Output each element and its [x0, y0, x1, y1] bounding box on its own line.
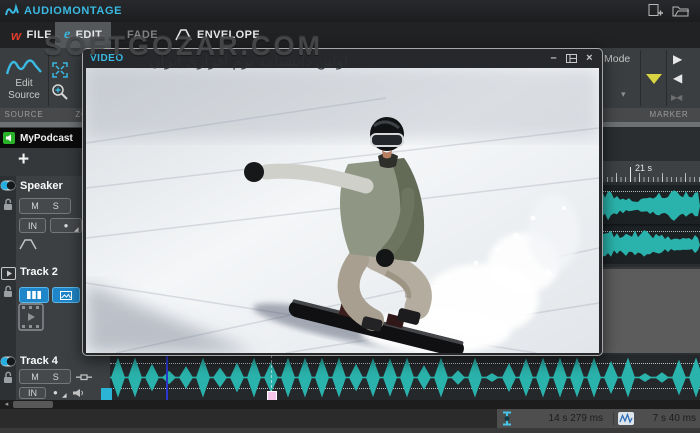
- selection-length-time[interactable]: 7 s 40 ms: [634, 413, 696, 424]
- picture-icon: [60, 291, 72, 300]
- zoom-fit-icon[interactable]: [52, 62, 68, 78]
- link-group-icon[interactable]: [76, 372, 92, 382]
- group-divider: [640, 50, 641, 106]
- insert-marker-icon[interactable]: [646, 74, 662, 84]
- input-monitor-button[interactable]: IN: [19, 387, 46, 399]
- montage-speaker-icon: [3, 132, 15, 144]
- edit-cursor-time[interactable]: 14 s 279 ms: [513, 413, 609, 424]
- ribbon-tab-bar: w FILE e EDIT FADE ENVELOPE: [0, 22, 700, 49]
- montage-tab-label: MyPodcast: [20, 133, 73, 144]
- track-name[interactable]: Track 2: [20, 266, 58, 278]
- open-folder-icon[interactable]: [672, 3, 690, 18]
- time-readouts: 14 s 279 ms 7 s 40 ms: [497, 409, 700, 428]
- record-arm-button[interactable]: ●: [53, 388, 58, 397]
- snowboarder-video-still: [86, 68, 599, 353]
- tab-edit-label: EDIT: [76, 29, 103, 41]
- mute-button[interactable]: M: [31, 372, 39, 382]
- marker-group-label: MARKER: [640, 108, 698, 122]
- video-window-controls: – ×: [550, 50, 593, 66]
- status-bar: 14 s 279 ms 7 s 40 ms: [0, 409, 700, 428]
- mute-solo-group: M S: [19, 369, 71, 384]
- record-expand-icon[interactable]: ◢: [62, 392, 67, 399]
- wavelab-w-icon: w: [11, 28, 22, 43]
- mute-solo-group: M S: [19, 198, 71, 214]
- tab-envelope-label: ENVELOPE: [197, 29, 260, 41]
- scroll-left-arrow[interactable]: ◂: [1, 400, 12, 409]
- edit-cursor-icon: [501, 411, 513, 426]
- edit-source-button[interactable]: Edit Source: [0, 78, 48, 102]
- tab-fade-label: FADE: [127, 29, 158, 41]
- mute-button[interactable]: M: [31, 201, 39, 211]
- mode-caret-icon[interactable]: ▾: [621, 89, 626, 100]
- track-name[interactable]: Speaker: [20, 180, 63, 192]
- film-frames-icon: [27, 291, 41, 299]
- solo-button[interactable]: S: [53, 372, 59, 382]
- input-monitor-button[interactable]: IN: [19, 218, 46, 233]
- source-group-label: SOURCE: [0, 108, 48, 122]
- new-montage-icon[interactable]: [647, 3, 664, 18]
- mode-label[interactable]: Mode: [604, 53, 630, 65]
- marker-pair-button[interactable]: ▶◀: [671, 92, 681, 104]
- group-divider: [666, 50, 667, 106]
- envelope-icon: [175, 29, 192, 41]
- add-track-button[interactable]: +: [18, 149, 29, 171]
- solo-button[interactable]: S: [53, 201, 59, 211]
- titlebar-actions: [647, 3, 690, 18]
- tab-envelope[interactable]: ENVELOPE: [166, 22, 269, 48]
- tab-edit[interactable]: e EDIT: [55, 22, 111, 48]
- video-window-titlebar[interactable]: VIDEO – ×: [83, 49, 602, 67]
- video-window-title: VIDEO: [90, 53, 124, 64]
- clip-edge-handle[interactable]: [101, 388, 112, 400]
- dock-layout-icon[interactable]: [566, 54, 577, 63]
- envelope-point-line: [271, 355, 272, 393]
- video-thumbnail-button[interactable]: [52, 287, 80, 303]
- edit-e-icon: e: [64, 27, 71, 43]
- record-expand-icon[interactable]: ◢: [74, 226, 79, 233]
- tab-fade[interactable]: FADE: [118, 22, 167, 48]
- app-logo-icon: [4, 3, 21, 19]
- video-frame: [86, 68, 599, 353]
- envelope-curve-icon[interactable]: [19, 239, 37, 250]
- track4-audio-lane[interactable]: [110, 355, 700, 400]
- horizontal-scrollbar[interactable]: ◂: [0, 400, 700, 409]
- window-footer: [0, 428, 700, 433]
- video-window[interactable]: VIDEO – ×: [82, 48, 603, 356]
- selection-length-icon: [618, 412, 634, 425]
- monitor-speaker-icon[interactable]: [72, 388, 84, 398]
- lock-icon[interactable]: [3, 285, 13, 298]
- ruler-major-tick: [630, 167, 631, 182]
- status-divider: [613, 412, 614, 425]
- playback-cursor[interactable]: [166, 356, 168, 400]
- app-title: AUDIOMONTAGE: [24, 5, 122, 17]
- track-active-toggle[interactable]: [0, 356, 16, 367]
- edit-source-wave-icon[interactable]: [5, 54, 43, 78]
- zoom-magnifier-icon[interactable]: [51, 83, 69, 101]
- prev-marker-button[interactable]: ◀: [673, 72, 682, 84]
- audiomontage-window: AUDIOMONTAGE w FILE e EDIT FADE: [0, 0, 700, 433]
- lock-icon[interactable]: [3, 198, 13, 211]
- video-track-icon[interactable]: [1, 267, 16, 280]
- tab-file-label: FILE: [27, 29, 52, 41]
- tab-file[interactable]: w FILE: [2, 22, 61, 48]
- ruler-tick-label: 21 s: [635, 163, 652, 173]
- track-active-toggle[interactable]: [0, 180, 16, 191]
- group-divider: [48, 50, 49, 106]
- titlebar: AUDIOMONTAGE: [0, 0, 700, 22]
- close-icon[interactable]: ×: [586, 52, 593, 64]
- lock-icon[interactable]: [3, 371, 13, 384]
- track4-waveform: [110, 356, 700, 399]
- track-name[interactable]: Track 4: [20, 355, 58, 367]
- filmstrip-icon[interactable]: [18, 303, 44, 331]
- video-frames-button[interactable]: [19, 287, 49, 303]
- next-marker-button[interactable]: ▶: [673, 53, 682, 65]
- scrollbar-thumb[interactable]: [13, 401, 53, 408]
- minimize-icon[interactable]: –: [550, 52, 557, 64]
